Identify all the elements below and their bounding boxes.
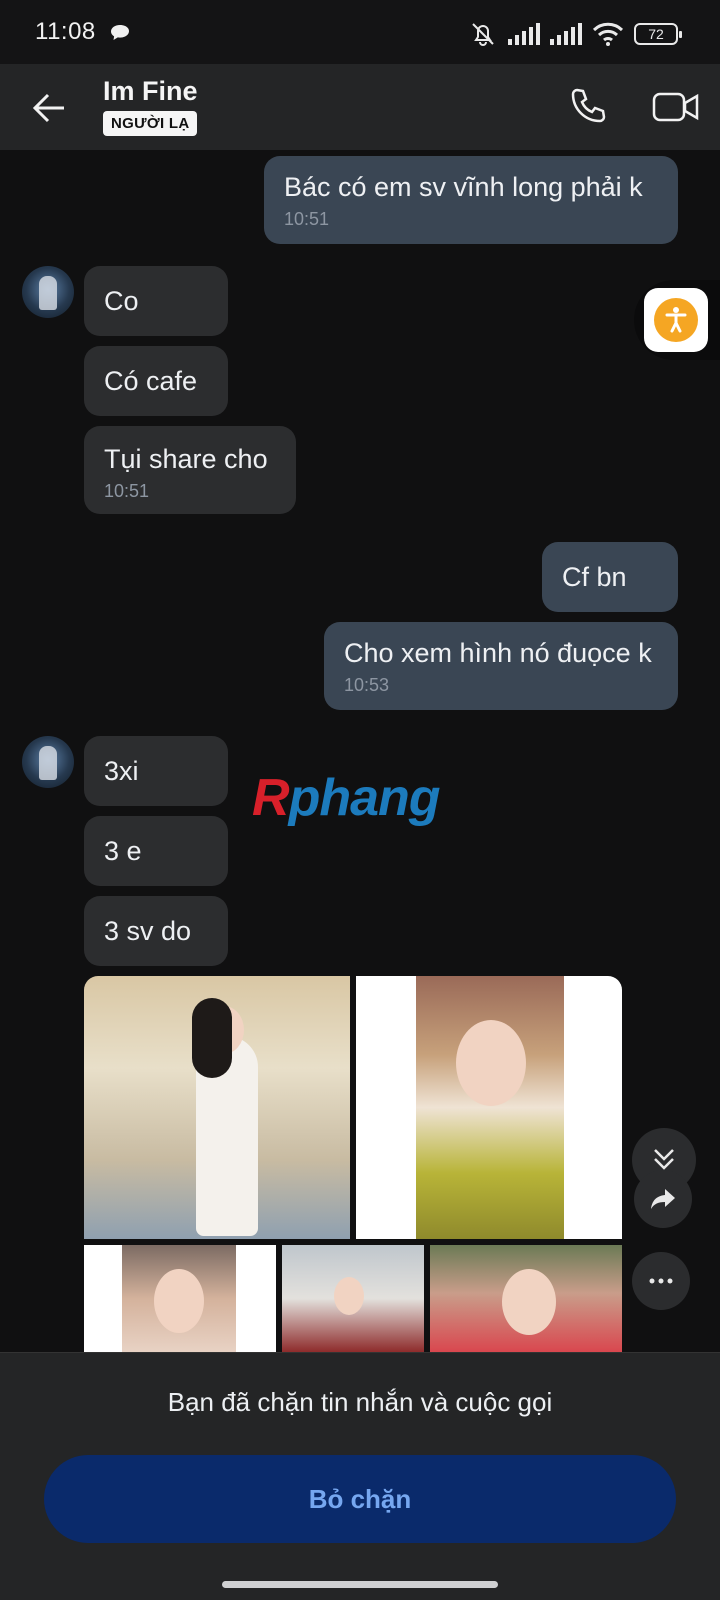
photo-3[interactable]: [84, 1245, 276, 1352]
message-text: 3 e: [104, 836, 142, 866]
phone-icon[interactable]: [568, 86, 608, 126]
message-text: Co: [104, 286, 139, 316]
photo-1[interactable]: [84, 976, 350, 1239]
message-text: Bác có em sv vĩnh long phải k: [284, 172, 643, 202]
message-text: Tụi share cho: [104, 444, 268, 474]
message-outgoing[interactable]: Cho xem hình nó đuọce k 10:53: [324, 622, 678, 710]
message-time: 10:51: [104, 481, 150, 501]
signal-icon: [508, 23, 540, 45]
forward-button[interactable]: [634, 1170, 692, 1228]
unblock-button[interactable]: Bỏ chặn: [44, 1455, 676, 1543]
blocked-message: Bạn đã chặn tin nhắn và cuộc gọi: [167, 1387, 553, 1417]
message-time: 10:53: [344, 675, 390, 695]
message-text: Cf bn: [562, 562, 627, 592]
signal-icon-2: [550, 23, 582, 45]
wifi-icon: [592, 22, 624, 46]
battery-indicator: 72: [634, 23, 682, 45]
message-incoming[interactable]: 3 sv do: [84, 896, 228, 966]
message-incoming[interactable]: Tụi share cho 10:51: [84, 426, 296, 514]
share-forward-icon: [651, 1189, 675, 1209]
stranger-badge: NGƯỜI LẠ: [103, 111, 198, 136]
chat-header: Im Fine NGƯỜI LẠ: [0, 64, 720, 150]
photo-2[interactable]: [356, 976, 622, 1239]
accessibility-float-button[interactable]: [634, 280, 720, 360]
contact-avatar[interactable]: [22, 736, 74, 788]
status-icons: 72: [468, 20, 682, 48]
video-camera-icon[interactable]: [652, 88, 700, 126]
message-text: Có cafe: [104, 366, 198, 396]
message-text: 3xi: [104, 756, 139, 786]
message-outgoing[interactable]: Cf bn: [542, 542, 678, 612]
message-incoming[interactable]: Co: [84, 266, 228, 336]
watermark-logo: Rphang: [252, 769, 441, 827]
message-incoming[interactable]: 3xi: [84, 736, 228, 806]
photo-5[interactable]: [430, 1245, 622, 1352]
more-horizontal-icon: [649, 1278, 673, 1284]
accessibility-tile[interactable]: [644, 288, 708, 352]
chat-notification-icon: [111, 25, 129, 40]
message-outgoing[interactable]: Bác có em sv vĩnh long phải k 10:51: [264, 156, 678, 244]
accessibility-icon: [654, 298, 698, 342]
message-incoming[interactable]: Có cafe: [84, 346, 228, 416]
message-text: 3 sv do: [104, 916, 192, 946]
photo-4[interactable]: [282, 1245, 424, 1352]
message-time: 10:51: [284, 209, 330, 229]
home-indicator[interactable]: [222, 1581, 498, 1588]
message-text: Cho xem hình nó đuọce k: [344, 638, 652, 668]
photo-album[interactable]: [84, 976, 622, 1352]
contact-avatar[interactable]: [22, 266, 74, 318]
status-bar: 11:08 72: [0, 0, 720, 64]
blocked-footer: Bạn đã chặn tin nhắn và cuộc gọi Bỏ chặn: [0, 1352, 720, 1600]
back-arrow-icon[interactable]: [30, 88, 70, 128]
message-incoming[interactable]: 3 e: [84, 816, 228, 886]
mute-bell-icon: [472, 23, 494, 46]
status-time: 11:08: [35, 18, 96, 45]
contact-name[interactable]: Im Fine: [103, 76, 198, 107]
more-options-button[interactable]: [632, 1252, 690, 1310]
